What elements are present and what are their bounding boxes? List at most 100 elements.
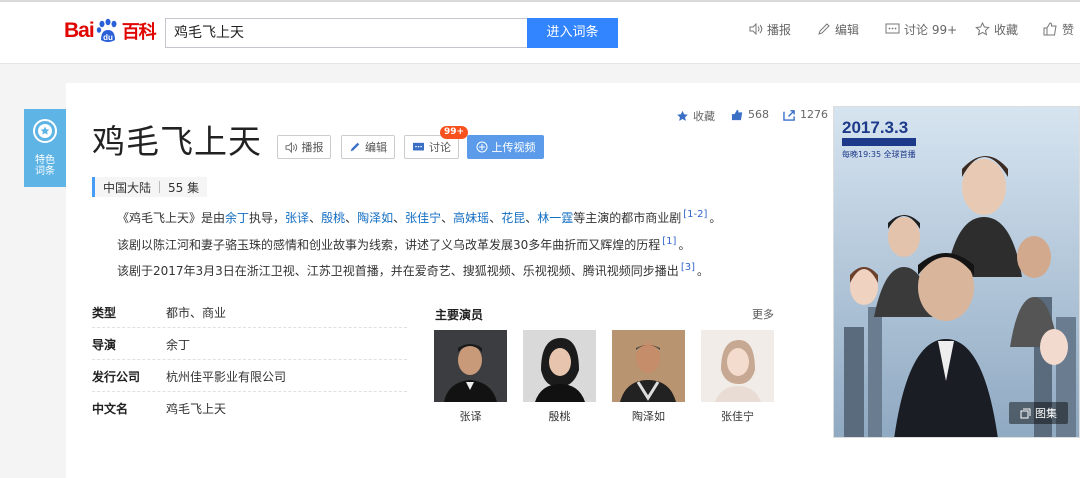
pencil-icon	[350, 142, 360, 152]
reference-link[interactable]: [1]	[662, 236, 676, 247]
info-key: 发行公司	[92, 369, 141, 384]
share-icon	[783, 109, 795, 121]
logo-text-bai: Bai	[64, 19, 95, 42]
actor-link[interactable]: 林一霆	[537, 211, 573, 225]
share-count: 1276	[800, 108, 828, 121]
thumbs-up-icon	[731, 109, 743, 120]
drama-poster[interactable]: 2017.3.3 每晚19:35 全球首播	[833, 106, 1080, 438]
actor-photo	[523, 330, 596, 402]
info-row-genre: 类型 都市、商业	[92, 297, 407, 328]
poster-schedule: 每晚19:35 全球首播	[842, 149, 916, 159]
header-broadcast-button[interactable]: 播报	[749, 20, 791, 38]
discuss-label: 讨论	[429, 141, 451, 154]
entry-meta-bar: 中国大陆 55 集	[92, 177, 208, 197]
plus-circle-icon	[476, 141, 487, 153]
like-count: 568	[748, 108, 769, 121]
actor-name: 张译	[459, 410, 482, 423]
broadcast-button[interactable]: 播报	[277, 135, 331, 159]
summary-paragraph-2: 该剧以陈江河和妻子骆玉珠的感情和创业故事为线索，讲述了义乌改革发展30多年曲折而…	[117, 233, 690, 254]
info-value: 余丁	[166, 337, 191, 352]
summary-mid: 执导，	[249, 211, 286, 225]
header-favorite-button[interactable]: 收藏	[975, 20, 1018, 38]
actor-link[interactable]: 高妹瑶	[453, 211, 489, 225]
actor-card[interactable]: 殷桃	[523, 330, 596, 424]
header-discuss-button[interactable]: 讨论 99+	[885, 20, 957, 38]
info-row-chinese-name: 中文名 鸡毛飞上天	[92, 393, 407, 424]
comment-icon	[885, 23, 900, 33]
featured-star-icon	[33, 119, 57, 143]
info-row-distributor: 发行公司 杭州佳平影业有限公司	[92, 361, 407, 392]
actor-link[interactable]: 陶泽如	[357, 211, 393, 225]
reference-link[interactable]: [1-2]	[683, 209, 707, 220]
logo-text-baike: 百科	[121, 22, 157, 43]
reference-link[interactable]: [3]	[681, 262, 695, 273]
badge-text: 特色 词条	[24, 155, 66, 177]
info-value: 鸡毛飞上天	[166, 402, 227, 416]
poster-date: 2017.3.3	[842, 118, 908, 137]
broadcast-label: 播报	[301, 141, 324, 154]
actor-link[interactable]: 花昆	[501, 211, 525, 225]
actor-card[interactable]: 张译	[434, 330, 507, 424]
info-key: 类型	[92, 305, 117, 320]
cast-more-link[interactable]: 更多	[752, 306, 774, 322]
header-like-button[interactable]: 赞	[1043, 20, 1074, 38]
summary-suffix: 等主演的都市商业剧	[573, 211, 682, 225]
badge-line-1: 特色	[35, 155, 55, 166]
info-key: 中文名	[92, 402, 129, 416]
meta-episodes: 55 集	[168, 180, 200, 195]
actor-photo	[434, 330, 507, 402]
enter-entry-button[interactable]: 进入词条	[527, 18, 618, 48]
actor-card[interactable]: 陶泽如	[612, 330, 685, 424]
actor-photo	[701, 330, 774, 402]
summary-end: 。	[709, 211, 722, 225]
info-value: 都市、商业	[166, 305, 227, 320]
actor-separator: 、	[441, 211, 454, 225]
director-link[interactable]: 余丁	[225, 211, 249, 225]
summary-end: 。	[696, 264, 709, 278]
summary-end: 。	[678, 238, 691, 252]
cast-section-title: 主要演员	[435, 308, 484, 322]
info-key: 导演	[92, 337, 117, 352]
like-stat[interactable]: 568	[731, 108, 769, 121]
actor-separator: 、	[309, 211, 322, 225]
actor-card[interactable]: 张佳宁	[701, 330, 774, 424]
share-stat[interactable]: 1276	[783, 108, 828, 121]
search-input[interactable]: 鸡毛飞上天	[165, 18, 527, 48]
actor-separator: 、	[489, 211, 502, 225]
top-divider	[0, 0, 1080, 2]
header-discuss-label: 讨论 99+	[904, 22, 958, 37]
comment-icon	[413, 142, 424, 150]
actor-separator: 、	[345, 211, 358, 225]
discuss-count-badge: 99+	[440, 126, 469, 139]
favorite-label: 收藏	[693, 110, 715, 123]
featured-entry-badge: 特色 词条	[24, 109, 66, 187]
gallery-icon	[1020, 408, 1031, 418]
paw-logo-icon: du	[95, 18, 121, 44]
summary-p2-text: 该剧以陈江河和妻子骆玉珠的感情和创业故事为线索，讲述了义乌改革发展30多年曲折而…	[117, 238, 661, 252]
header-edit-label: 编辑	[835, 22, 860, 37]
favorite-stat[interactable]: 收藏	[676, 108, 715, 124]
baidu-baike-logo[interactable]: Bai du 百科	[64, 14, 157, 48]
edit-button[interactable]: 编辑	[341, 135, 395, 159]
header-favorite-label: 收藏	[994, 22, 1019, 37]
summary-paragraph-3: 该剧于2017年3月3日在浙江卫视、江苏卫视首播，并在爱奇艺、搜狐视频、乐视视频…	[117, 259, 709, 280]
summary-prefix: 《鸡毛飞上天》是由	[117, 211, 226, 225]
actor-link[interactable]: 张译	[285, 211, 309, 225]
badge-line-2: 词条	[35, 166, 55, 177]
actor-name: 陶泽如	[632, 410, 665, 423]
header-broadcast-label: 播报	[767, 22, 792, 37]
meta-region: 中国大陆	[103, 180, 152, 195]
header-edit-button[interactable]: 编辑	[817, 20, 859, 38]
actor-link[interactable]: 张佳宁	[405, 211, 441, 225]
actor-separator: 、	[393, 211, 406, 225]
gallery-label: 图集	[1035, 407, 1057, 420]
star-icon	[975, 22, 990, 36]
upload-video-button[interactable]: 上传视频	[467, 135, 544, 159]
summary-paragraph-1: 《鸡毛飞上天》是由余丁执导，张译、殷桃、陶泽如、张佳宁、高妹瑶、花昆、林一霆等主…	[117, 206, 721, 227]
info-row-director: 导演 余丁	[92, 329, 407, 360]
gallery-button[interactable]: 图集	[1009, 402, 1068, 424]
header-like-label: 赞	[1062, 22, 1075, 37]
thumbs-up-icon	[1043, 22, 1057, 36]
actor-link[interactable]: 殷桃	[321, 211, 345, 225]
entry-title: 鸡毛飞上天	[92, 122, 262, 161]
